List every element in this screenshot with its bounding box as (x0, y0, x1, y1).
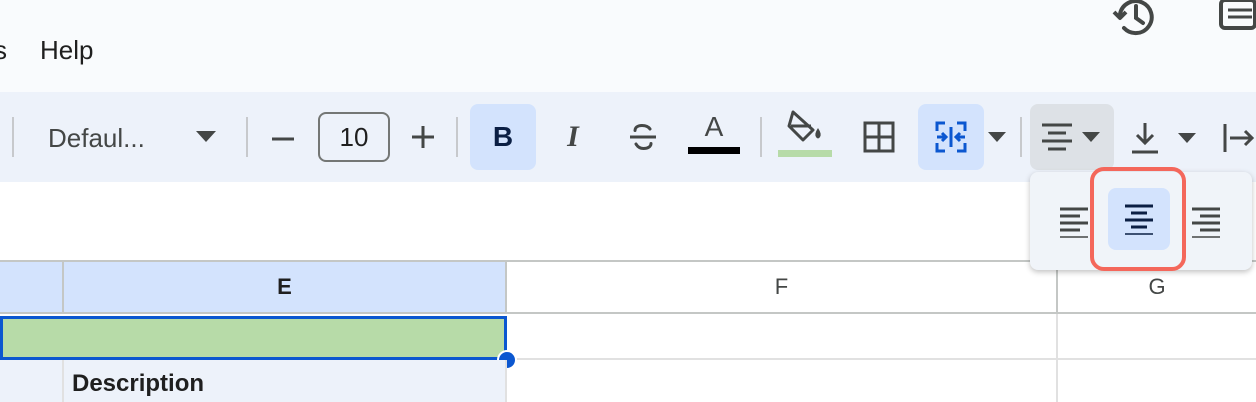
horizontal-align-button[interactable] (1030, 104, 1114, 170)
text-wrap-icon[interactable] (1222, 120, 1256, 156)
vertical-align-button[interactable] (1128, 118, 1200, 158)
chevron-down-icon (1082, 132, 1100, 142)
chevron-down-icon (988, 132, 1006, 142)
align-center-icon (1123, 203, 1155, 235)
plus-icon[interactable] (408, 122, 438, 152)
fill-color-swatch (778, 150, 832, 157)
font-family-dropdown[interactable]: Defaul... (48, 118, 223, 158)
toolbar-divider (456, 117, 458, 157)
toolbar-divider (246, 117, 248, 157)
selected-range[interactable] (0, 316, 507, 360)
align-right-icon (1190, 206, 1222, 238)
chevron-down-icon (1178, 133, 1196, 143)
fill-color-button[interactable] (778, 110, 832, 160)
cell-description[interactable]: Description (64, 360, 507, 402)
menu-bar: s Help (0, 0, 1256, 92)
history-icon[interactable] (1110, 0, 1160, 40)
cell-f2[interactable] (507, 360, 1058, 402)
align-center-option[interactable] (1108, 188, 1170, 250)
cell-f1[interactable] (507, 314, 1058, 360)
cell-d2[interactable] (0, 360, 64, 402)
bold-button[interactable]: B (470, 104, 536, 170)
merge-cells-icon (918, 104, 984, 170)
horizontal-align-menu (1030, 167, 1252, 271)
font-family-label: Defaul... (48, 122, 145, 153)
column-header-f[interactable]: F (507, 262, 1058, 314)
chevron-down-icon (196, 131, 216, 143)
align-center-icon (1040, 122, 1074, 152)
font-size-input[interactable]: 10 (318, 112, 390, 162)
text-color-letter: A (704, 111, 724, 142)
text-color-swatch (688, 147, 740, 154)
minus-icon[interactable] (268, 124, 298, 154)
paint-bucket-icon (778, 110, 832, 146)
vertical-align-bottom-icon (1128, 120, 1162, 156)
italic-button[interactable]: I (540, 104, 606, 170)
align-left-icon (1058, 206, 1090, 238)
menu-item-help[interactable]: Help (40, 35, 93, 66)
cell-g2[interactable] (1058, 360, 1256, 402)
toolbar-divider (1020, 117, 1022, 157)
cell-g1[interactable] (1058, 314, 1256, 360)
align-right-option[interactable] (1190, 206, 1222, 238)
toolbar-divider (760, 117, 762, 157)
strikethrough-icon[interactable] (610, 104, 676, 170)
column-header-e[interactable]: E (64, 262, 507, 314)
align-left-option[interactable] (1058, 206, 1090, 238)
merge-cells-button[interactable] (918, 104, 1016, 170)
borders-icon[interactable] (846, 104, 912, 170)
menu-item-partial[interactable]: s (0, 35, 7, 66)
column-header-d[interactable] (0, 262, 64, 314)
text-color-button[interactable]: A (688, 110, 740, 160)
comments-icon[interactable] (1218, 0, 1256, 34)
toolbar-divider (12, 117, 14, 157)
